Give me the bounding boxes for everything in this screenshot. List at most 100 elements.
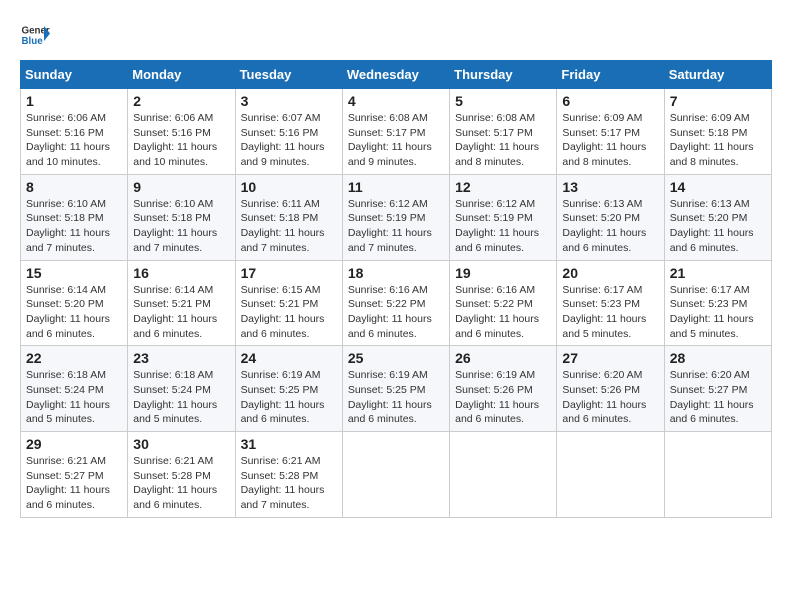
calendar-cell: 3 Sunrise: 6:07 AM Sunset: 5:16 PM Daylig…	[235, 89, 342, 175]
day-number: 31	[241, 436, 337, 452]
calendar-cell: 12 Sunrise: 6:12 AM Sunset: 5:19 PM Dayli…	[450, 174, 557, 260]
calendar-cell	[342, 432, 449, 518]
weekday-header: Wednesday	[342, 61, 449, 89]
calendar-body: 1 Sunrise: 6:06 AM Sunset: 5:16 PM Daylig…	[21, 89, 772, 518]
calendar-cell: 29 Sunrise: 6:21 AM Sunset: 5:27 PM Dayli…	[21, 432, 128, 518]
day-detail: Sunrise: 6:21 AM Sunset: 5:28 PM Dayligh…	[133, 454, 229, 513]
svg-text:Blue: Blue	[22, 36, 44, 47]
calendar-cell	[557, 432, 664, 518]
day-detail: Sunrise: 6:19 AM Sunset: 5:26 PM Dayligh…	[455, 368, 551, 427]
day-detail: Sunrise: 6:12 AM Sunset: 5:19 PM Dayligh…	[455, 197, 551, 256]
day-detail: Sunrise: 6:06 AM Sunset: 5:16 PM Dayligh…	[133, 111, 229, 170]
day-number: 21	[670, 265, 766, 281]
day-detail: Sunrise: 6:20 AM Sunset: 5:26 PM Dayligh…	[562, 368, 658, 427]
calendar-cell: 16Sunrise: 6:14 AM Sunset: 5:21 PM Dayli…	[128, 260, 235, 346]
day-number: 3	[241, 93, 337, 109]
day-number: 26	[455, 350, 551, 366]
day-detail: Sunrise: 6:16 AM Sunset: 5:22 PM Dayligh…	[348, 283, 444, 342]
day-detail: Sunrise: 6:09 AM Sunset: 5:17 PM Dayligh…	[562, 111, 658, 170]
calendar-cell	[450, 432, 557, 518]
day-number: 14	[670, 179, 766, 195]
calendar-cell: 5 Sunrise: 6:08 AM Sunset: 5:17 PM Daylig…	[450, 89, 557, 175]
day-number: 6	[562, 93, 658, 109]
day-detail: Sunrise: 6:10 AM Sunset: 5:18 PM Dayligh…	[26, 197, 122, 256]
day-detail: Sunrise: 6:13 AM Sunset: 5:20 PM Dayligh…	[562, 197, 658, 256]
day-number: 18	[348, 265, 444, 281]
calendar-cell: 27 Sunrise: 6:20 AM Sunset: 5:26 PM Dayli…	[557, 346, 664, 432]
calendar-table: SundayMondayTuesdayWednesdayThursdayFrid…	[20, 60, 772, 518]
day-number: 2	[133, 93, 229, 109]
calendar-cell: 19 Sunrise: 6:16 AM Sunset: 5:22 PM Dayli…	[450, 260, 557, 346]
day-detail: Sunrise: 6:08 AM Sunset: 5:17 PM Dayligh…	[455, 111, 551, 170]
day-detail: Sunrise: 6:17 AM Sunset: 5:23 PM Dayligh…	[670, 283, 766, 342]
calendar-week-row: 29 Sunrise: 6:21 AM Sunset: 5:27 PM Dayli…	[21, 432, 772, 518]
day-number: 1	[26, 93, 122, 109]
day-number: 12	[455, 179, 551, 195]
calendar-week-row: 1 Sunrise: 6:06 AM Sunset: 5:16 PM Daylig…	[21, 89, 772, 175]
weekday-header: Monday	[128, 61, 235, 89]
header: General Blue	[20, 20, 772, 50]
weekday-header: Thursday	[450, 61, 557, 89]
day-detail: Sunrise: 6:11 AM Sunset: 5:18 PM Dayligh…	[241, 197, 337, 256]
day-number: 5	[455, 93, 551, 109]
day-number: 20	[562, 265, 658, 281]
day-detail: Sunrise: 6:18 AM Sunset: 5:24 PM Dayligh…	[26, 368, 122, 427]
calendar-cell: 14 Sunrise: 6:13 AM Sunset: 5:20 PM Dayli…	[664, 174, 771, 260]
day-detail: Sunrise: 6:15 AM Sunset: 5:21 PM Dayligh…	[241, 283, 337, 342]
day-number: 19	[455, 265, 551, 281]
day-number: 29	[26, 436, 122, 452]
weekday-header: Sunday	[21, 61, 128, 89]
weekday-header: Friday	[557, 61, 664, 89]
calendar-cell: 30 Sunrise: 6:21 AM Sunset: 5:28 PM Dayli…	[128, 432, 235, 518]
calendar-week-row: 8 Sunrise: 6:10 AM Sunset: 5:18 PM Daylig…	[21, 174, 772, 260]
day-number: 10	[241, 179, 337, 195]
weekday-header: Saturday	[664, 61, 771, 89]
day-detail: Sunrise: 6:09 AM Sunset: 5:18 PM Dayligh…	[670, 111, 766, 170]
day-detail: Sunrise: 6:07 AM Sunset: 5:16 PM Dayligh…	[241, 111, 337, 170]
day-detail: Sunrise: 6:16 AM Sunset: 5:22 PM Dayligh…	[455, 283, 551, 342]
day-number: 30	[133, 436, 229, 452]
calendar-cell: 10 Sunrise: 6:11 AM Sunset: 5:18 PM Dayli…	[235, 174, 342, 260]
day-detail: Sunrise: 6:19 AM Sunset: 5:25 PM Dayligh…	[348, 368, 444, 427]
calendar-cell: 13 Sunrise: 6:13 AM Sunset: 5:20 PM Dayli…	[557, 174, 664, 260]
calendar-cell: 17 Sunrise: 6:15 AM Sunset: 5:21 PM Dayli…	[235, 260, 342, 346]
day-detail: Sunrise: 6:10 AM Sunset: 5:18 PM Dayligh…	[133, 197, 229, 256]
calendar-cell: 26 Sunrise: 6:19 AM Sunset: 5:26 PM Dayli…	[450, 346, 557, 432]
day-detail: Sunrise: 6:08 AM Sunset: 5:17 PM Dayligh…	[348, 111, 444, 170]
day-detail: Sunrise: 6:21 AM Sunset: 5:28 PM Dayligh…	[241, 454, 337, 513]
day-number: 8	[26, 179, 122, 195]
logo: General Blue	[20, 20, 50, 50]
day-detail: Sunrise: 6:18 AM Sunset: 5:24 PM Dayligh…	[133, 368, 229, 427]
day-detail: Sunrise: 6:13 AM Sunset: 5:20 PM Dayligh…	[670, 197, 766, 256]
day-number: 27	[562, 350, 658, 366]
day-number: 22	[26, 350, 122, 366]
calendar-cell: 7 Sunrise: 6:09 AM Sunset: 5:18 PM Daylig…	[664, 89, 771, 175]
day-detail: Sunrise: 6:17 AM Sunset: 5:23 PM Dayligh…	[562, 283, 658, 342]
day-number: 23	[133, 350, 229, 366]
calendar-cell: 4 Sunrise: 6:08 AM Sunset: 5:17 PM Daylig…	[342, 89, 449, 175]
day-detail: Sunrise: 6:20 AM Sunset: 5:27 PM Dayligh…	[670, 368, 766, 427]
day-number: 16	[133, 265, 229, 281]
day-number: 11	[348, 179, 444, 195]
calendar-cell: 24 Sunrise: 6:19 AM Sunset: 5:25 PM Dayli…	[235, 346, 342, 432]
day-number: 7	[670, 93, 766, 109]
day-number: 17	[241, 265, 337, 281]
day-detail: Sunrise: 6:19 AM Sunset: 5:25 PM Dayligh…	[241, 368, 337, 427]
calendar-week-row: 15Sunrise: 6:14 AM Sunset: 5:20 PM Dayli…	[21, 260, 772, 346]
weekday-header: Tuesday	[235, 61, 342, 89]
calendar-cell: 2 Sunrise: 6:06 AM Sunset: 5:16 PM Daylig…	[128, 89, 235, 175]
calendar-cell: 23 Sunrise: 6:18 AM Sunset: 5:24 PM Dayli…	[128, 346, 235, 432]
day-number: 24	[241, 350, 337, 366]
day-number: 28	[670, 350, 766, 366]
calendar-cell: 31 Sunrise: 6:21 AM Sunset: 5:28 PM Dayli…	[235, 432, 342, 518]
calendar-header: SundayMondayTuesdayWednesdayThursdayFrid…	[21, 61, 772, 89]
calendar-week-row: 22 Sunrise: 6:18 AM Sunset: 5:24 PM Dayli…	[21, 346, 772, 432]
day-number: 4	[348, 93, 444, 109]
day-detail: Sunrise: 6:21 AM Sunset: 5:27 PM Dayligh…	[26, 454, 122, 513]
calendar-cell: 8 Sunrise: 6:10 AM Sunset: 5:18 PM Daylig…	[21, 174, 128, 260]
calendar-cell: 21 Sunrise: 6:17 AM Sunset: 5:23 PM Dayli…	[664, 260, 771, 346]
day-number: 13	[562, 179, 658, 195]
day-detail: Sunrise: 6:12 AM Sunset: 5:19 PM Dayligh…	[348, 197, 444, 256]
calendar-cell: 6 Sunrise: 6:09 AM Sunset: 5:17 PM Daylig…	[557, 89, 664, 175]
calendar-cell: 18 Sunrise: 6:16 AM Sunset: 5:22 PM Dayli…	[342, 260, 449, 346]
